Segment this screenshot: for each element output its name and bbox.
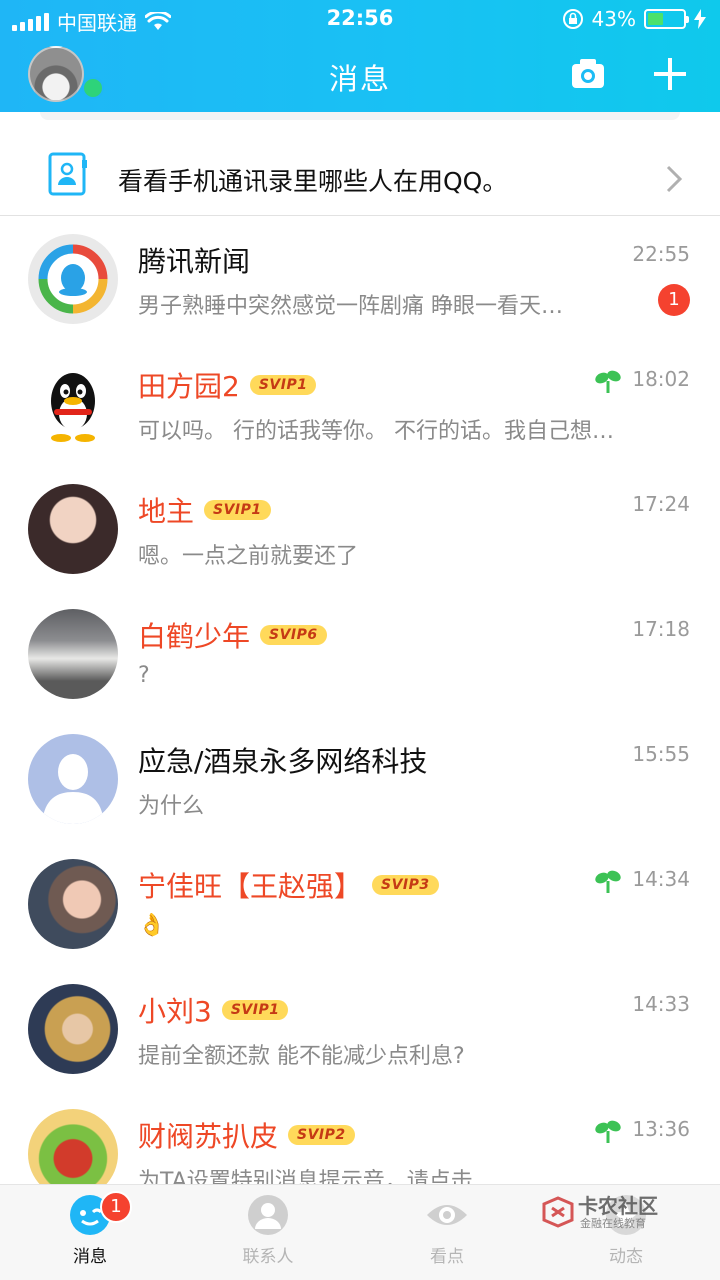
contact-name: 应急/酒泉永多网络科技 (138, 745, 428, 778)
message-preview: 男子熟睡中突然感觉一阵剧痛 睁眼一看天… (138, 294, 563, 319)
message-time: 17:24 (632, 492, 690, 516)
conversation-row[interactable]: 田方园2 SVIP1 可以吗。 行的话我等你。 不行的话。我自己想… 18:02 (0, 341, 720, 466)
contact-name: 财阀苏扒皮 (138, 1120, 279, 1153)
svip-badge: SVIP2 (288, 1125, 355, 1145)
message-preview: 👌 (138, 913, 166, 938)
sprout-icon (595, 870, 621, 893)
sprout-icon (595, 1120, 621, 1143)
avatar (28, 984, 118, 1074)
status-bar: 中国联通 22:56 43% (0, 0, 720, 40)
conversation-row[interactable]: 应急/酒泉永多网络科技 为什么 15:55 (0, 716, 720, 841)
charging-icon (694, 9, 706, 29)
nav-bar: 消息 (0, 40, 720, 112)
camera-icon[interactable] (570, 56, 606, 92)
tab-contacts[interactable]: 联系人 (208, 1185, 328, 1280)
contact-name: 地主 (138, 495, 195, 528)
tab-discover[interactable]: 看点 (387, 1185, 507, 1280)
tab-label: 联系人 (242, 1247, 294, 1267)
sprout-icon (595, 370, 621, 393)
conversation-row[interactable]: 白鹤少年 SVIP6 ? 17:18 (0, 591, 720, 716)
tab-label: 动态 (609, 1247, 643, 1267)
banner-text: 看看手机通讯录里哪些人在用QQ。 (118, 167, 508, 196)
tab-label: 看点 (430, 1247, 464, 1267)
svip-badge: SVIP3 (372, 875, 439, 895)
conversation-row[interactable]: 宁佳旺【王赵强】 SVIP3 👌 14:34 (0, 841, 720, 966)
watermark: 卡农社区 金融在线教育 (540, 1190, 680, 1240)
message-preview: ? (138, 663, 150, 688)
message-time: 18:02 (632, 367, 690, 391)
conversation-row[interactable]: 腾讯新闻 男子熟睡中突然感觉一阵剧痛 睁眼一看天… 22:55 1 (0, 216, 720, 341)
svip-badge: SVIP6 (260, 625, 327, 645)
message-time: 17:18 (632, 617, 690, 641)
conversation-row[interactable]: 地主 SVIP1 嗯。一点之前就要还了 17:24 (0, 466, 720, 591)
message-time: 15:55 (632, 742, 690, 766)
battery-icon (644, 9, 689, 29)
add-icon[interactable] (650, 54, 690, 94)
avatar (28, 234, 118, 324)
svip-badge: SVIP1 (221, 1000, 289, 1020)
unread-badge: 1 (658, 284, 690, 316)
svip-badge: SVIP1 (249, 375, 317, 395)
message-time: 14:33 (632, 992, 690, 1016)
message-preview: 提前全额还款 能不能减少点利息? (138, 1044, 465, 1069)
eye-icon (427, 1205, 467, 1225)
page-title: 消息 (328, 62, 391, 96)
message-preview: 为什么 (138, 794, 205, 819)
watermark-logo-icon (542, 1196, 574, 1228)
watermark-subtitle: 金融在线教育 (580, 1217, 646, 1230)
contact-name: 白鹤少年 (138, 620, 251, 653)
contact-name: 腾讯新闻 (138, 245, 251, 278)
message-time: 14:34 (632, 867, 690, 891)
message-time: 22:55 (632, 242, 690, 266)
conversation-row[interactable]: 小刘3 SVIP1 提前全额还款 能不能减少点利息? 14:33 (0, 966, 720, 1091)
message-preview: 嗯。一点之前就要还了 (138, 544, 359, 569)
tab-label: 消息 (73, 1247, 107, 1267)
message-preview: 可以吗。 行的话我等你。 不行的话。我自己想… (138, 419, 614, 444)
contact-name: 小刘3 (138, 995, 212, 1028)
avatar (28, 359, 118, 449)
tab-badge: 1 (100, 1191, 132, 1223)
battery-percent: 43% (591, 7, 636, 31)
contacts-banner[interactable]: 看看手机通讯录里哪些人在用QQ。 (0, 112, 720, 216)
conversation-list: 腾讯新闻 男子熟睡中突然感觉一阵剧痛 睁眼一看天… 22:55 1 田方园2 S… (0, 216, 720, 1216)
contact-name: 宁佳旺【王赵强】 (138, 870, 363, 903)
svip-badge: SVIP1 (204, 500, 271, 520)
avatar (28, 859, 118, 949)
rotation-lock-icon (562, 9, 583, 29)
avatar (28, 484, 118, 574)
avatar (28, 609, 118, 699)
person-icon (248, 1195, 288, 1235)
avatar (28, 734, 118, 824)
chevron-right-icon (666, 165, 683, 193)
tab-messages[interactable]: 1 消息 (30, 1185, 150, 1280)
contacts-book-icon (48, 152, 87, 196)
message-time: 13:36 (632, 1117, 690, 1141)
header: 中国联通 22:56 43% 消息 (0, 0, 720, 112)
contact-name: 田方园2 (138, 370, 240, 403)
